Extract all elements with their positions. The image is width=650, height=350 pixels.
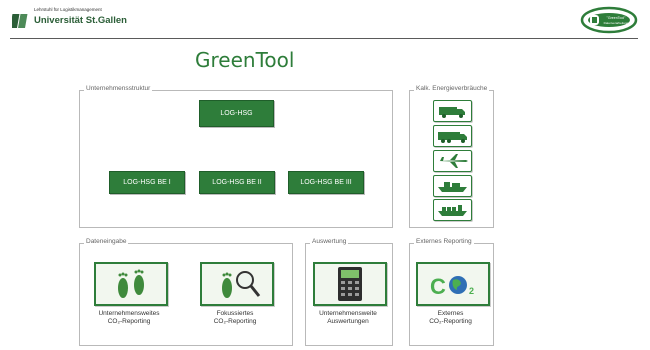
external-legend: Externes Reporting: [414, 238, 474, 245]
university-name: Universität St.Gallen: [34, 15, 127, 26]
ship-button[interactable]: [433, 175, 472, 197]
badge-line1: "GreenTool": [607, 16, 626, 20]
truck-icon: [439, 107, 465, 118]
footprints-icon: [96, 264, 166, 304]
evaluation-button[interactable]: [313, 262, 387, 306]
org-button-unit-2[interactable]: LOG-HSG BE II: [199, 171, 275, 194]
external-reporting-line2: CO₂-Reporting: [429, 318, 472, 325]
org-button-unit-3[interactable]: LOG-HSG BE III: [288, 171, 364, 194]
cargo-ship-button[interactable]: [433, 199, 472, 221]
structure-legend: Unternehmensstruktur: [84, 85, 153, 92]
evaluation-line1: Unternehmensweite: [319, 310, 377, 317]
svg-text:2: 2: [469, 286, 474, 296]
data-input-legend: Dateneingabe: [84, 238, 129, 245]
university-emblem-icon: [10, 11, 32, 31]
org-button-root[interactable]: LOG-HSG: [199, 100, 274, 127]
badge-line2: Datenverarbeitung: [604, 21, 629, 25]
org-button-unit-1[interactable]: LOG-HSG BE I: [109, 171, 185, 194]
company-reporting-label: Unternehmensweites CO₂-Reporting: [86, 310, 172, 326]
page-title: GreenTool: [195, 48, 295, 72]
institute-name: Lehrstuhl für Logistikmanagement: [34, 7, 102, 12]
evaluation-label: Unternehmensweite Auswertungen: [305, 310, 391, 326]
lorry-icon: [438, 132, 467, 143]
co2-globe-icon: C 2: [418, 264, 488, 304]
calculator-icon: [315, 264, 385, 304]
company-reporting-button[interactable]: [94, 262, 168, 306]
svg-text:C: C: [430, 274, 446, 299]
lorry-button[interactable]: [433, 125, 472, 147]
focused-reporting-label: Fokussiertes CO₂-Reporting: [192, 310, 278, 326]
evaluation-line2: Auswertungen: [327, 318, 369, 325]
external-reporting-label: Externes CO₂-Reporting: [409, 310, 492, 326]
focused-reporting-line2: CO₂-Reporting: [213, 318, 257, 325]
company-reporting-line2: CO₂-Reporting: [107, 318, 151, 325]
external-reporting-button[interactable]: C 2: [416, 262, 490, 306]
evaluation-legend: Auswertung: [310, 238, 349, 245]
airplane-icon: [439, 154, 468, 168]
airplane-button[interactable]: [433, 150, 472, 172]
greentool-badge: "GreenTool" Datenverarbeitung: [580, 6, 638, 34]
ship-icon: [438, 182, 467, 192]
truck-button[interactable]: [433, 100, 472, 122]
company-reporting-line1: Unternehmensweites: [98, 310, 160, 317]
focused-reporting-button[interactable]: [200, 262, 274, 306]
external-reporting-line1: Externes: [437, 310, 464, 317]
energy-legend: Kalk. Energieverbräuche: [414, 85, 490, 92]
footprint-magnifier-icon: [202, 264, 272, 304]
focused-reporting-line1: Fokussiertes: [216, 310, 254, 317]
header-divider: [10, 38, 638, 39]
cargo-ship-icon: [438, 205, 467, 216]
